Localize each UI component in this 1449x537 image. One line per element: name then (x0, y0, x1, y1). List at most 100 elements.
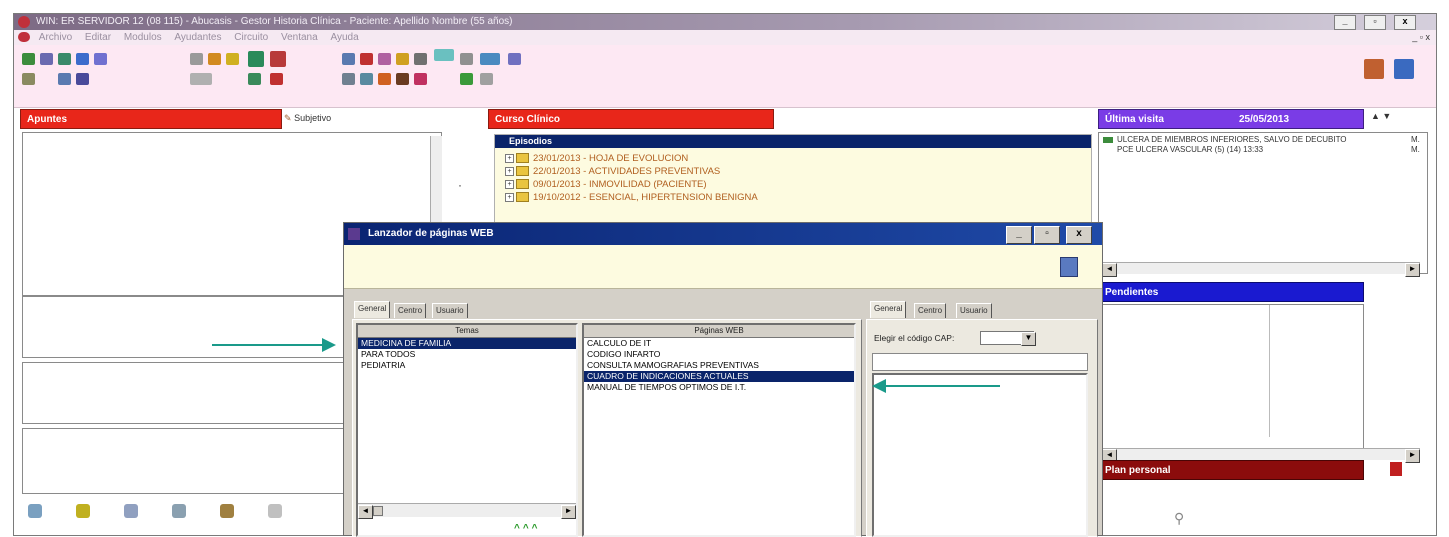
monitor-icon[interactable] (480, 53, 500, 65)
menu-ventana[interactable]: Ventana (281, 30, 318, 45)
tijeras-icon[interactable] (460, 53, 473, 65)
ultima-visita-hscroll[interactable]: ◄ ► (1102, 262, 1420, 277)
firma-icon[interactable] (270, 73, 283, 85)
aprobar-icon[interactable] (226, 53, 239, 65)
pendientes-hscroll[interactable]: ◄ ► (1102, 448, 1420, 463)
alergias-icon[interactable] (342, 53, 355, 65)
cap-combobox[interactable]: ▼ (980, 331, 1036, 346)
tab-usuario[interactable]: Usuario (432, 303, 468, 318)
list-item[interactable]: MEDICINA DE FAMILIA (358, 338, 576, 349)
list-item[interactable]: CODIGO INFARTO (584, 349, 854, 360)
informes-icon[interactable] (58, 53, 71, 65)
busqueda-icon[interactable] (342, 73, 355, 85)
ayuda-libro-icon[interactable] (1394, 59, 1414, 79)
menu-archivo[interactable]: Archivo (39, 30, 72, 45)
apuntes-box-2[interactable] (22, 296, 352, 358)
menu-circuito[interactable]: Circuito (234, 30, 268, 45)
green-arrows-icon[interactable]: ^^^ (514, 523, 541, 534)
exportar-icon[interactable] (460, 73, 473, 85)
sobre-icon[interactable] (396, 53, 409, 65)
search-icon[interactable]: ⚲ (1174, 510, 1184, 527)
menu-ayuda[interactable]: Ayuda (330, 30, 358, 45)
list-item[interactable]: PARA TODOS (358, 349, 576, 360)
lapiz-gris-icon[interactable] (268, 504, 282, 518)
apuntes-box-4[interactable] (22, 428, 352, 494)
dialog-title-bar[interactable]: Lanzador de páginas WEB _ ▫ x (344, 223, 1102, 245)
temas-listbox[interactable]: Temas MEDICINA DE FAMILIA PARA TODOS PED… (356, 323, 578, 537)
cap-url-field[interactable] (872, 353, 1088, 371)
instrumentos-icon[interactable] (28, 504, 42, 518)
apuntes-box-3[interactable] (22, 362, 352, 424)
perfil-icon[interactable] (1364, 59, 1384, 79)
mensaje-icon[interactable] (190, 73, 212, 85)
apuntes-header: Apuntes (20, 109, 282, 129)
title-bar[interactable]: WIN: ER SERVIDOR 12 (08 115) - Abucasis … (14, 14, 1436, 30)
red-icon[interactable] (360, 73, 373, 85)
paginas-listbox[interactable]: Páginas WEB CALCULO DE IT CODIGO INFARTO… (582, 323, 856, 537)
agenda-icon[interactable] (76, 53, 89, 65)
documento-icon[interactable] (94, 53, 107, 65)
nota-icon[interactable] (1390, 462, 1402, 476)
panel-arrow-icon[interactable]: ▲ ▼ (1371, 111, 1391, 121)
pluma-icon[interactable] (508, 53, 521, 65)
episode-item[interactable]: +19/10/2012 - ESENCIAL, HIPERTENSION BEN… (505, 191, 758, 204)
sello-icon[interactable] (220, 504, 234, 518)
subjetivo-tab[interactable]: ✎ Subjetivo (284, 110, 374, 126)
pastillas-icon[interactable] (378, 53, 391, 65)
corazon-icon[interactable] (414, 73, 427, 85)
list-item[interactable]: CALCULO DE IT (584, 338, 854, 349)
calendario-icon[interactable] (76, 73, 89, 85)
scroll-right-icon[interactable]: ► (561, 505, 576, 519)
hoja-icon[interactable] (76, 504, 90, 518)
scroll-left-icon[interactable]: ◄ (358, 505, 373, 519)
scroll-left-icon[interactable]: ◄ (1102, 263, 1117, 277)
list-item[interactable]: MANUAL DE TIEMPOS OPTIMOS DE I.T. (584, 382, 854, 393)
menu-editar[interactable]: Editar (85, 30, 111, 45)
chevron-down-icon[interactable]: ▼ (1021, 332, 1036, 346)
tab-centro-right[interactable]: Centro (914, 303, 947, 318)
mdi-controls[interactable]: _ ▫ x (1412, 30, 1430, 45)
episode-item[interactable]: +23/01/2013 - HOJA DE EVOLUCION (505, 152, 688, 165)
list-item[interactable]: CONSULTA MAMOGRAFIAS PREVENTIVAS (584, 360, 854, 371)
temas-hscroll[interactable]: ◄ ► (358, 503, 576, 519)
pdf-icon[interactable] (434, 49, 454, 61)
herramientas-icon[interactable] (22, 73, 35, 85)
pulgar-icon[interactable] (124, 504, 138, 518)
cerrar-icon[interactable] (22, 53, 35, 65)
dialog-minimize-button[interactable]: _ (1006, 226, 1032, 244)
tab-general-right[interactable]: General (870, 301, 907, 318)
close-button[interactable]: x (1394, 15, 1416, 30)
paciente-icon[interactable] (40, 53, 53, 65)
cancelar-icon[interactable] (480, 73, 493, 85)
grupo2-icon[interactable] (270, 51, 286, 67)
episode-item[interactable]: +22/01/2013 - ACTIVIDADES PREVENTIVAS (505, 165, 720, 178)
pantalla-icon[interactable] (248, 73, 261, 85)
menu-modulos[interactable]: Modulos (124, 30, 162, 45)
episode-item[interactable]: +09/01/2013 - INMOVILIDAD (PACIENTE) (505, 178, 707, 191)
informe-icon[interactable] (396, 73, 409, 85)
list-item[interactable]: PEDIATRIA (358, 360, 576, 371)
alarma-icon[interactable] (378, 73, 391, 85)
vacunas-icon[interactable] (360, 53, 373, 65)
book-icon[interactable] (1060, 257, 1078, 277)
archivo-icon[interactable] (58, 73, 71, 85)
maximize-button[interactable]: ▫ (1364, 15, 1386, 30)
dialog-close-button[interactable]: x (1066, 226, 1092, 244)
editar-icon[interactable] (208, 53, 221, 65)
app-menu-icon[interactable] (18, 32, 30, 43)
scroll-right-icon[interactable]: ► (1405, 263, 1420, 277)
list-item[interactable]: CUADRO DE INDICACIONES ACTUALES (584, 371, 854, 382)
dialog-maximize-button[interactable]: ▫ (1034, 226, 1060, 244)
tab-usuario-right[interactable]: Usuario (956, 303, 992, 318)
tab-general[interactable]: General (354, 301, 391, 318)
grupo-icon[interactable] (248, 51, 264, 67)
lapiz-icon[interactable] (190, 53, 203, 65)
menu-ayudantes[interactable]: Ayudantes (174, 30, 221, 45)
scroll-thumb[interactable] (373, 506, 383, 516)
cap-listbox[interactable] (872, 373, 1088, 537)
fonendo-icon[interactable] (172, 504, 186, 518)
tab-centro[interactable]: Centro (394, 303, 427, 318)
minimize-button[interactable]: _ (1334, 15, 1356, 30)
scroll-right-icon[interactable]: ► (1405, 449, 1420, 463)
web-icon[interactable] (414, 53, 427, 65)
